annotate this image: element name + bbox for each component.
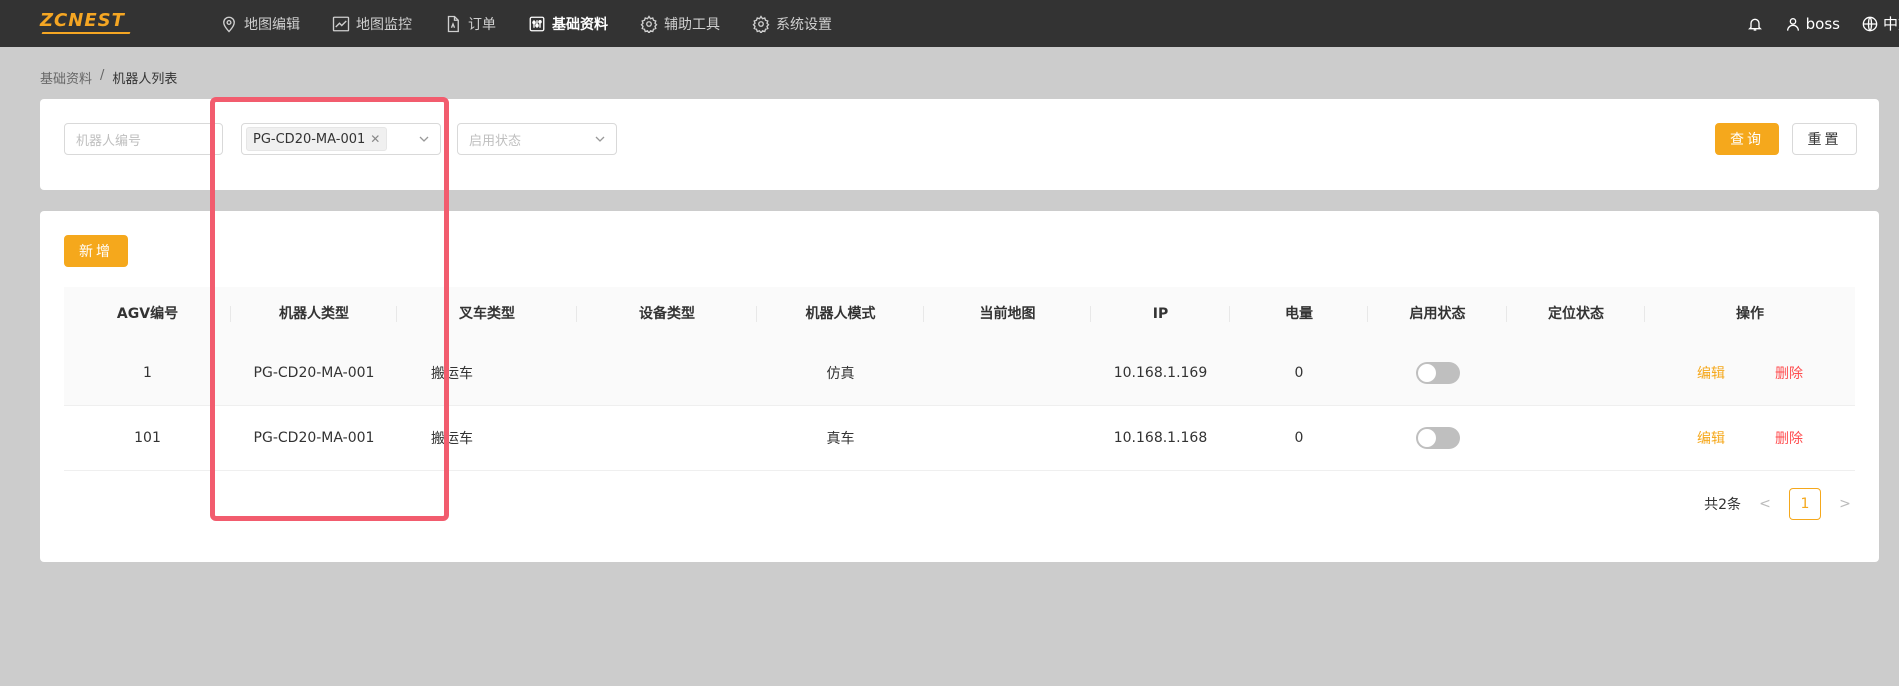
query-button[interactable]: 查询: [1715, 123, 1779, 155]
page-number[interactable]: 1: [1789, 488, 1821, 520]
nav-item-label: 辅助工具: [664, 16, 720, 33]
edit-link[interactable]: 编辑: [1697, 363, 1725, 383]
cell-mode: 真车: [826, 431, 855, 447]
language-switch[interactable]: 中文: [1862, 13, 1899, 34]
logo[interactable]: ZCNEST: [40, 10, 140, 36]
globe-icon: [1862, 16, 1878, 31]
chevron-left-icon[interactable]: <: [1755, 496, 1775, 512]
notification-button[interactable]: [1747, 16, 1763, 32]
robot-table: AGV编号 机器人类型 叉车类型 设备类型 机器人模式 当前地图 IP 电量 启…: [64, 287, 1855, 471]
column-header[interactable]: 定位状态: [1507, 287, 1645, 341]
cell-actions: 编辑 删除: [1645, 428, 1855, 448]
status-placeholder: 启用状态: [469, 133, 522, 149]
cell-enabled: [1368, 427, 1507, 449]
nav-item-label: 地图编辑: [244, 16, 300, 33]
column-header[interactable]: 设备类型: [577, 287, 757, 341]
breadcrumb-current: 机器人列表: [112, 72, 178, 87]
cell-ip: 10.168.1.168: [1113, 430, 1208, 446]
search-panel: 机器人编号 PG-CD20-MA-001 ✕ 启用状态 查询 重置: [40, 99, 1879, 190]
cell-agv-id: 101: [134, 430, 161, 446]
sliders-icon: [529, 16, 545, 31]
nav-item-tools[interactable]: 辅助工具: [640, 0, 720, 47]
cell-forklift-type: 搬运车: [431, 431, 473, 447]
top-right-actions: boss 中文: [1747, 0, 1899, 47]
cell-enabled: [1368, 362, 1507, 384]
column-header[interactable]: 机器人模式: [757, 287, 924, 341]
table-row[interactable]: 1 PG-CD20-MA-001 搬运车 仿真 10.168.1.169 0 编…: [64, 341, 1855, 406]
cell-battery: 0: [1294, 430, 1304, 446]
main-nav: 地图编辑 地图监控 订单 基础资料 辅助工具 系统设置: [220, 0, 864, 47]
robot-id-placeholder: 机器人编号: [76, 133, 142, 149]
table-row[interactable]: 101 PG-CD20-MA-001 搬运车 真车 10.168.1.168 0…: [64, 406, 1855, 471]
reset-button[interactable]: 重置: [1792, 123, 1857, 155]
table-header: AGV编号 机器人类型 叉车类型 设备类型 机器人模式 当前地图 IP 电量 启…: [64, 287, 1855, 341]
column-header[interactable]: 启用状态: [1368, 287, 1507, 341]
chevron-down-icon: [595, 136, 605, 142]
cell-forklift-type: 搬运车: [431, 366, 473, 382]
robot-table-panel: 新增 AGV编号 机器人类型 叉车类型 设备类型 机器人模式 当前地图 IP 电…: [40, 211, 1879, 562]
toggle-knob: [1417, 364, 1436, 382]
column-header[interactable]: 当前地图: [924, 287, 1091, 341]
column-header[interactable]: 电量: [1230, 287, 1368, 341]
breadcrumb-separator: /: [100, 68, 105, 83]
user-menu[interactable]: boss: [1785, 15, 1840, 33]
nav-item-basic-data[interactable]: 基础资料: [528, 0, 608, 47]
gear-icon: [640, 14, 658, 33]
column-header[interactable]: IP: [1091, 287, 1230, 341]
cell-battery: 0: [1294, 365, 1304, 381]
language-label: 中文: [1882, 15, 1899, 33]
cell-ip: 10.168.1.169: [1113, 365, 1208, 381]
column-header[interactable]: 机器人类型: [231, 287, 397, 341]
map-pin-icon: [223, 16, 235, 32]
nav-item-label: 地图监控: [356, 16, 412, 33]
chevron-right-icon[interactable]: >: [1835, 496, 1855, 512]
robot-type-tag: PG-CD20-MA-001 ✕: [246, 127, 388, 151]
logo-underline: [41, 32, 131, 34]
cell-mode: 仿真: [826, 366, 855, 382]
nav-item-map-monitor[interactable]: 地图监控: [332, 0, 412, 47]
gear-icon: [752, 14, 770, 33]
nav-item-settings[interactable]: 系统设置: [752, 0, 832, 47]
breadcrumb-parent[interactable]: 基础资料: [40, 68, 92, 87]
edit-link[interactable]: 编辑: [1697, 428, 1725, 448]
nav-item-label: 基础资料: [552, 16, 608, 33]
nav-item-orders[interactable]: 订单: [444, 0, 496, 47]
nav-item-map-edit[interactable]: 地图编辑: [220, 0, 300, 47]
column-header: 操作: [1736, 306, 1764, 322]
column-header[interactable]: 叉车类型: [397, 287, 577, 341]
status-select[interactable]: 启用状态: [457, 123, 617, 155]
delete-link[interactable]: 删除: [1775, 363, 1803, 383]
logo-text: ZCNEST: [40, 10, 125, 31]
bell-icon: [1747, 18, 1762, 31]
user-name: boss: [1805, 14, 1840, 33]
column-header[interactable]: AGV编号: [64, 287, 231, 341]
robot-id-input[interactable]: 机器人编号: [64, 123, 223, 155]
add-button[interactable]: 新增: [64, 235, 128, 267]
pagination-total: 共2条: [1704, 497, 1741, 513]
document-icon: [447, 15, 459, 32]
delete-link[interactable]: 删除: [1775, 428, 1803, 448]
chevron-down-icon: [419, 136, 429, 142]
top-navbar: ZCNEST 地图编辑 地图监控 订单 基础资料 辅助工具 系统设置 boss …: [0, 0, 1899, 47]
user-icon: [1786, 17, 1799, 31]
close-icon[interactable]: ✕: [370, 132, 380, 146]
robot-type-select[interactable]: PG-CD20-MA-001 ✕: [241, 123, 441, 155]
toggle-knob: [1417, 429, 1436, 447]
enabled-toggle[interactable]: [1415, 427, 1460, 449]
enabled-toggle[interactable]: [1415, 362, 1460, 384]
cell-actions: 编辑 删除: [1645, 363, 1855, 383]
chart-line-icon: [332, 16, 350, 31]
cell-robot-type: PG-CD20-MA-001: [253, 365, 375, 381]
pagination: 共2条 < 1 >: [1704, 488, 1855, 520]
cell-robot-type: PG-CD20-MA-001: [253, 430, 375, 446]
nav-item-label: 订单: [468, 16, 496, 33]
robot-type-tag-label: PG-CD20-MA-001: [253, 131, 366, 147]
cell-agv-id: 1: [143, 365, 152, 381]
breadcrumb: 基础资料 / 机器人列表: [40, 68, 177, 87]
nav-item-label: 系统设置: [776, 16, 832, 33]
